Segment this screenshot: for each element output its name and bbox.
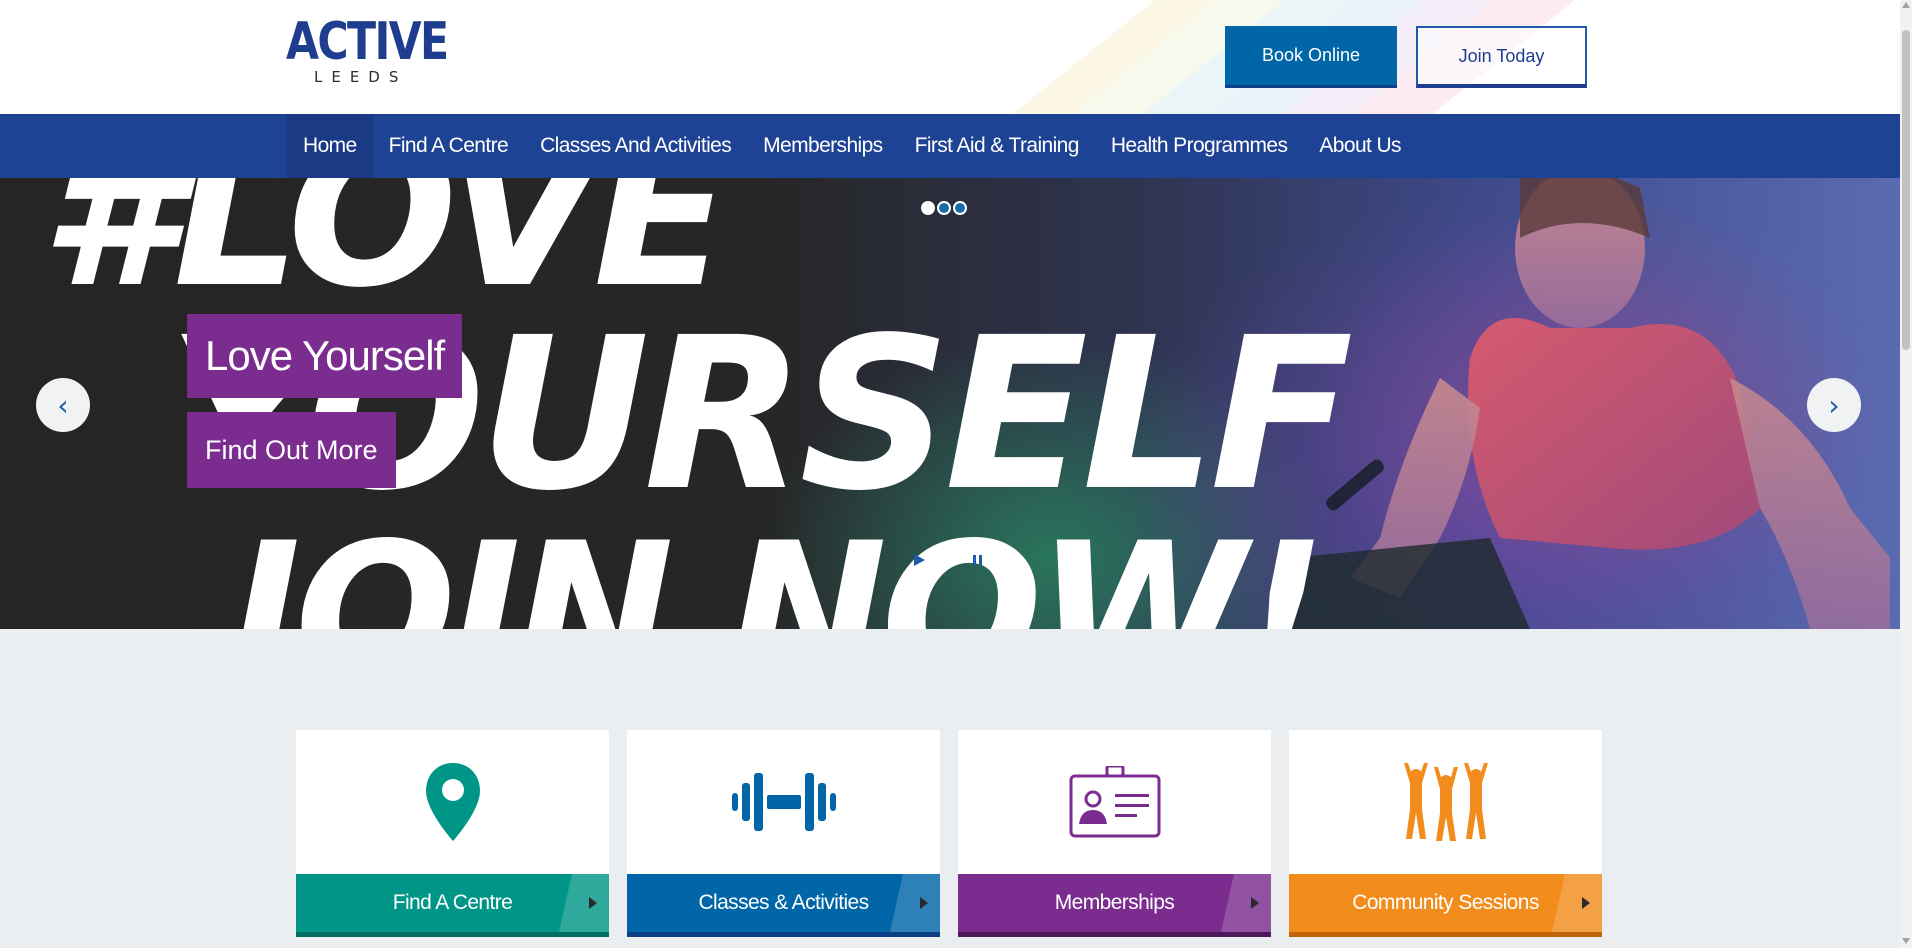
people-cheering-icon: [1289, 730, 1602, 874]
join-today-button[interactable]: Join Today: [1416, 26, 1587, 88]
carousel-dot-1[interactable]: [921, 201, 935, 215]
chevron-right-icon: [1221, 874, 1271, 932]
logo-main-text: ACTIVE: [286, 12, 449, 72]
scroll-down-icon[interactable]: [1902, 938, 1910, 944]
carousel-next-button[interactable]: ›: [1807, 378, 1861, 432]
chevron-right-icon: [1552, 874, 1602, 932]
card-label: Memberships: [1054, 891, 1175, 914]
carousel-indicators: [921, 201, 967, 215]
hero-bg-text-join-now: JOIN NOW!: [230, 502, 1327, 630]
card-memberships-bar[interactable]: Memberships: [958, 874, 1271, 937]
card-find-a-centre-bar[interactable]: Find A Centre: [296, 874, 609, 937]
slide-title: Love Yourself: [187, 314, 463, 398]
carousel-prev-button[interactable]: ‹: [36, 378, 90, 432]
dumbbell-icon: [627, 730, 940, 874]
nav-item-first-aid-training[interactable]: First Aid & Training: [899, 114, 1095, 178]
card-label: Find A Centre: [392, 891, 513, 914]
carousel-play-button[interactable]: [903, 544, 935, 576]
hero-carousel: #LOVE YOURSELF JOIN NOW! Love Yourself F…: [0, 178, 1900, 629]
main-nav: Home Find A Centre Classes And Activitie…: [0, 114, 1900, 178]
card-community-sessions[interactable]: Community Sessions: [1289, 730, 1602, 937]
scroll-up-icon[interactable]: [1902, 2, 1910, 8]
find-out-more-button[interactable]: Find Out More: [187, 412, 396, 488]
location-pin-icon: [296, 730, 609, 874]
chevron-right-icon: [559, 874, 609, 932]
site-header: ACTIVE LEEDS Book Online Join Today: [0, 0, 1900, 114]
nav-item-home[interactable]: Home: [287, 114, 373, 178]
card-find-a-centre[interactable]: Find A Centre: [296, 730, 609, 937]
nav-item-health-programmes[interactable]: Health Programmes: [1095, 114, 1304, 178]
book-online-button[interactable]: Book Online: [1225, 26, 1397, 88]
membership-card-icon: [958, 730, 1271, 874]
page-scrollbar[interactable]: [1900, 0, 1912, 948]
card-classes-activities-bar[interactable]: Classes & Activities: [627, 874, 940, 937]
nav-item-memberships[interactable]: Memberships: [747, 114, 898, 178]
nav-item-about-us[interactable]: About Us: [1303, 114, 1417, 178]
active-leeds-logo[interactable]: ACTIVE LEEDS: [286, 12, 449, 88]
card-classes-activities[interactable]: Classes & Activities: [627, 730, 940, 937]
scrollbar-thumb[interactable]: [1902, 30, 1910, 350]
nav-item-find-a-centre[interactable]: Find A Centre: [373, 114, 524, 178]
play-icon: [914, 554, 925, 566]
quick-links: Find A Centre Classes & Activities Membe…: [296, 730, 1602, 937]
carousel-dot-2[interactable]: [937, 201, 951, 215]
carousel-dot-3[interactable]: [953, 201, 967, 215]
card-label: Community Sessions: [1352, 891, 1539, 914]
card-label: Classes & Activities: [698, 891, 869, 914]
nav-item-classes-and-activities[interactable]: Classes And Activities: [524, 114, 747, 178]
card-memberships[interactable]: Memberships: [958, 730, 1271, 937]
pause-icon: [973, 555, 982, 565]
card-community-sessions-bar[interactable]: Community Sessions: [1289, 874, 1602, 937]
carousel-pause-button[interactable]: [962, 544, 994, 576]
chevron-right-icon: [890, 874, 940, 932]
woman-cycling-image: [1290, 178, 1890, 629]
